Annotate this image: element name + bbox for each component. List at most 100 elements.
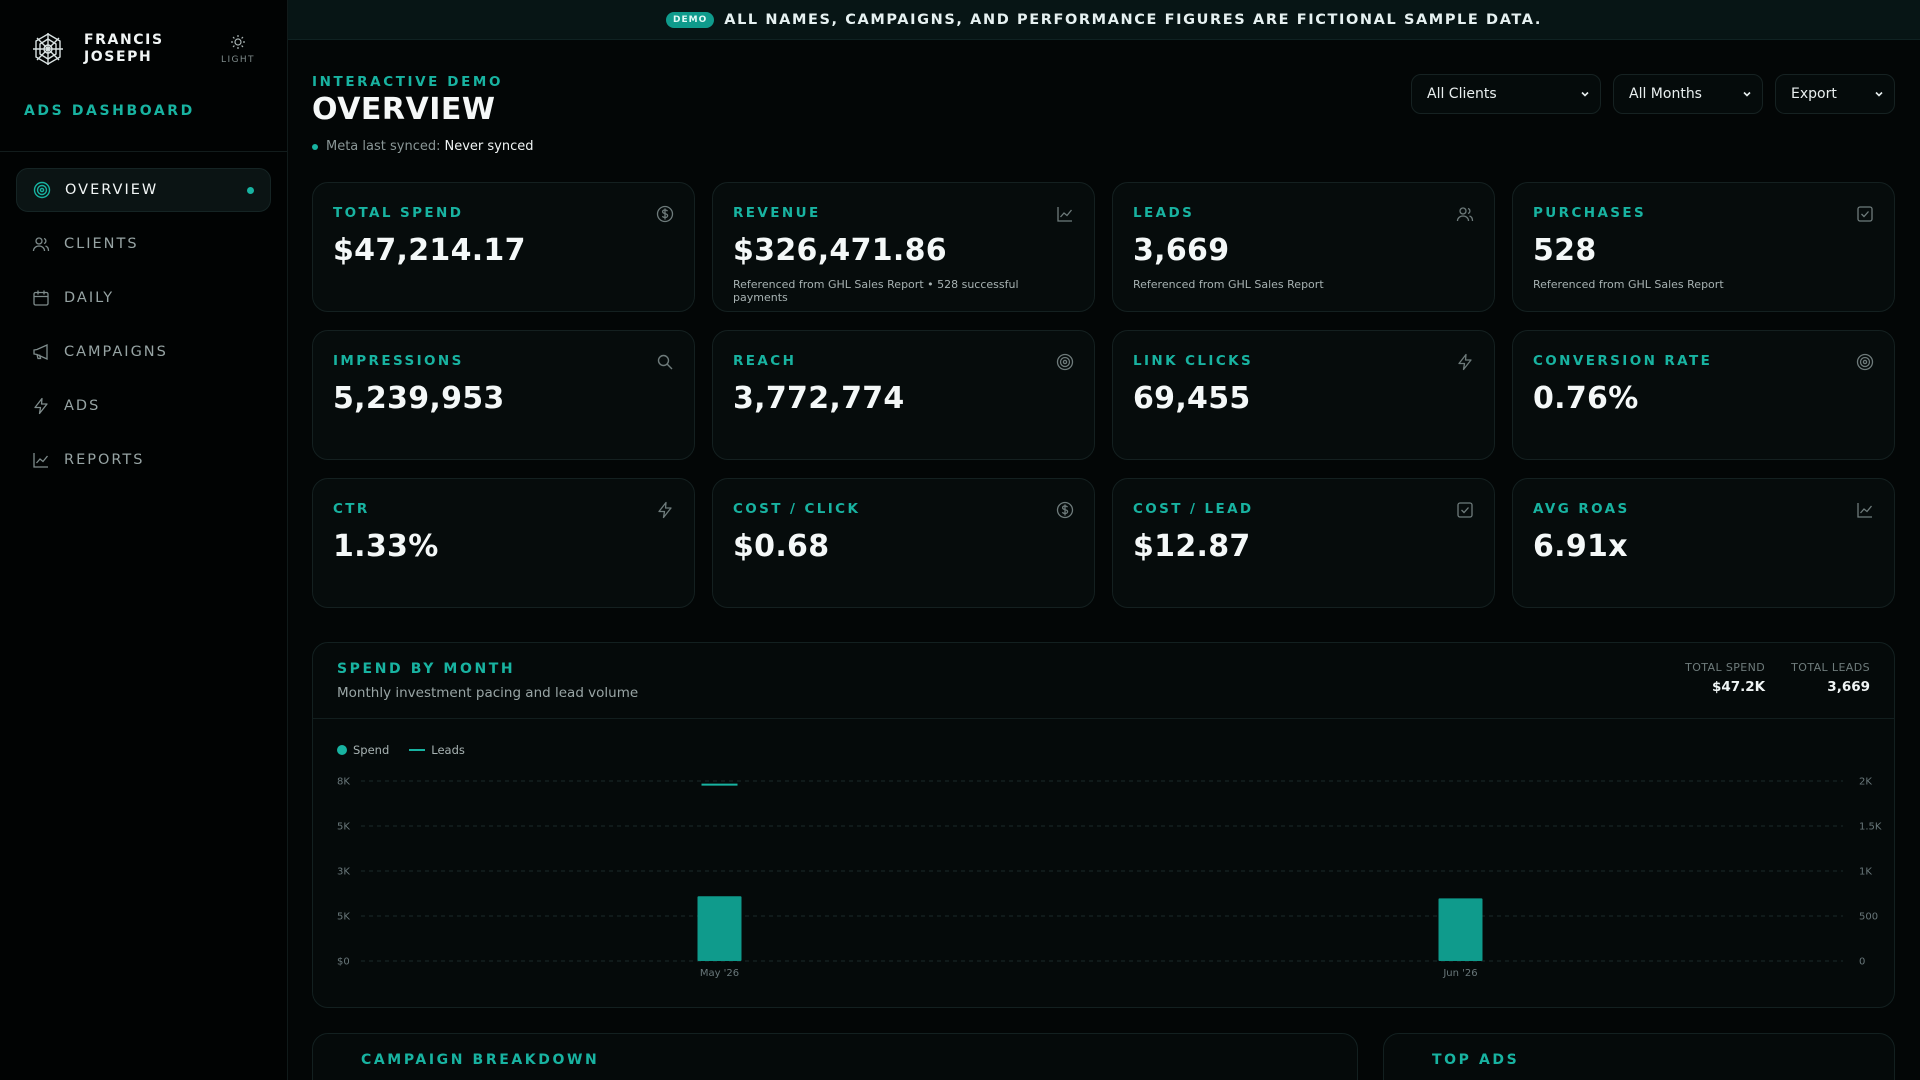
sync-status: Meta last synced: Never synced (312, 139, 533, 154)
sidebar-nav: OVERVIEW CLIENTS DAILY CAMPAIGNS ADS REP… (16, 168, 271, 492)
kpi-card-impressions: IMPRESSIONS 5,239,953 (312, 330, 695, 460)
y-right-tick-label: 500 (1859, 912, 1878, 923)
filter-bar: All Clients All Months Export (1411, 74, 1895, 114)
kpi-note: Referenced from GHL Sales Report (1133, 278, 1324, 291)
y-right-tick-label: 1K (1859, 867, 1872, 878)
kpi-label: IMPRESSIONS (333, 353, 464, 369)
bolt-icon (1458, 353, 1472, 371)
kpi-card-link-clicks: LINK CLICKS 69,455 (1112, 330, 1495, 460)
theme-toggle[interactable]: LIGHT (218, 34, 258, 65)
spend-chart-plot: $0 0 5K 500 3K 1K 5K 1.5K 8K 2K May '26 Jun '26 (337, 777, 1882, 980)
kpi-label: LINK CLICKS (1133, 353, 1254, 369)
y-left-tick-label: 5K (337, 912, 350, 923)
month-select-value: All Months (1629, 86, 1702, 102)
dashboard-title: ADS DASHBOARD (24, 103, 195, 119)
kpi-card-revenue: REVENUE $326,471.86 Referenced from GHL … (712, 182, 1095, 312)
brand[interactable]: FRANCIS JOSEPH (30, 31, 164, 67)
kpi-value: $47,214.17 (333, 233, 526, 268)
kpi-value: $0.68 (733, 529, 830, 564)
page-title: OVERVIEW (312, 92, 496, 127)
brand-name-line2: JOSEPH (84, 49, 153, 65)
kpi-label: COST / LEAD (1133, 501, 1254, 517)
chart-line-icon (1857, 503, 1873, 518)
kpi-card-reach: REACH 3,772,774 (712, 330, 1095, 460)
demo-banner-text: ALL NAMES, CAMPAIGNS, AND PERFORMANCE FI… (724, 11, 1542, 28)
sidebar: FRANCIS JOSEPH LIGHT ADS DASHBOARD OVERV… (0, 0, 288, 1080)
sidebar-item-reports[interactable]: REPORTS (16, 438, 271, 482)
sidebar-item-daily[interactable]: DAILY (16, 276, 271, 320)
y-left-tick-label: 3K (337, 867, 350, 878)
search-icon (657, 354, 673, 370)
kpi-card-leads: LEADS 3,669 Referenced from GHL Sales Re… (1112, 182, 1495, 312)
export-select[interactable]: Export (1775, 74, 1895, 114)
sync-status-dot (312, 143, 318, 150)
sync-status-label: Meta last synced: (326, 139, 441, 154)
sidebar-item-ads[interactable]: ADS (16, 384, 271, 428)
kpi-label: COST / CLICK (733, 501, 861, 517)
demo-badge: DEMO (666, 11, 715, 28)
y-left-tick-label: $0 (337, 957, 350, 968)
kpi-label: AVG ROAS (1533, 501, 1630, 517)
sun-icon (231, 35, 245, 49)
spend-bar (1438, 898, 1483, 961)
theme-toggle-label: LIGHT (221, 55, 255, 65)
sidebar-item-clients[interactable]: CLIENTS (16, 222, 271, 266)
spend-by-month-card: SPEND BY MONTH Monthly investment pacing… (312, 642, 1895, 1008)
users-icon (1456, 207, 1474, 222)
page-eyebrow: INTERACTIVE DEMO (312, 74, 504, 90)
campaign-breakdown-title: CAMPAIGN BREAKDOWN (361, 1052, 600, 1068)
month-select[interactable]: All Months (1613, 74, 1763, 114)
kpi-value: 6.91x (1533, 529, 1628, 564)
kpi-card-purchases: PURCHASES 528 Referenced from GHL Sales … (1512, 182, 1895, 312)
client-select-value: All Clients (1427, 86, 1497, 102)
kpi-label: CTR (333, 501, 370, 517)
kpi-note: Referenced from GHL Sales Report • 528 s… (733, 278, 1019, 304)
brand-name-line1: FRANCIS (84, 32, 164, 48)
kpi-value: 3,772,774 (733, 381, 905, 416)
chevron-down-icon (1743, 91, 1751, 97)
kpi-value: 0.76% (1533, 381, 1639, 416)
sidebar-item-label: CAMPAIGNS (64, 344, 168, 360)
dollar-icon (656, 205, 674, 223)
y-right-tick-label: 2K (1859, 777, 1872, 788)
client-select[interactable]: All Clients (1411, 74, 1601, 114)
sidebar-item-label: ADS (64, 398, 101, 414)
users-icon (32, 237, 50, 252)
kpi-value: 3,669 (1133, 233, 1230, 268)
kpi-value: 5,239,953 (333, 381, 505, 416)
chart-line-icon (33, 453, 49, 468)
check-square-icon (1857, 206, 1873, 222)
sidebar-item-label: OVERVIEW (65, 182, 159, 198)
kpi-label: TOTAL SPEND (333, 205, 464, 221)
dollar-icon (1056, 501, 1074, 519)
kpi-note: Referenced from GHL Sales Report (1533, 278, 1724, 291)
megaphone-icon (33, 343, 48, 361)
target-icon (33, 181, 51, 199)
active-indicator (247, 186, 254, 194)
sidebar-item-campaigns[interactable]: CAMPAIGNS (16, 330, 271, 374)
bolt-icon (658, 501, 672, 519)
target-icon (1056, 353, 1074, 371)
demo-banner: DEMO ALL NAMES, CAMPAIGNS, AND PERFORMAN… (288, 0, 1920, 40)
kpi-card-conversion-rate: CONVERSION RATE 0.76% (1512, 330, 1895, 460)
kpi-label: REVENUE (733, 205, 821, 221)
kpi-card-cost-per-click: COST / CLICK $0.68 (712, 478, 1095, 608)
kpi-label: REACH (733, 353, 797, 369)
kpi-value: $326,471.86 (733, 233, 947, 268)
x-tick-label: May '26 (700, 968, 739, 979)
sidebar-item-overview[interactable]: OVERVIEW (16, 168, 271, 212)
kpi-label: CONVERSION RATE (1533, 353, 1713, 369)
chevron-down-icon (1581, 91, 1589, 97)
brand-name: FRANCIS JOSEPH (84, 32, 164, 66)
kpi-value: 69,455 (1133, 381, 1251, 416)
x-tick-label: Jun '26 (1442, 968, 1477, 979)
kpi-value: 528 (1533, 233, 1597, 268)
y-right-tick-label: 1.5K (1859, 822, 1882, 833)
kpi-value: 1.33% (333, 529, 439, 564)
y-left-tick-label: 5K (337, 822, 350, 833)
spend-bar (697, 896, 742, 961)
sidebar-item-label: DAILY (64, 290, 115, 306)
y-right-tick-label: 0 (1859, 957, 1865, 968)
kpi-label: LEADS (1133, 205, 1195, 221)
y-left-tick-label: 8K (337, 777, 350, 788)
